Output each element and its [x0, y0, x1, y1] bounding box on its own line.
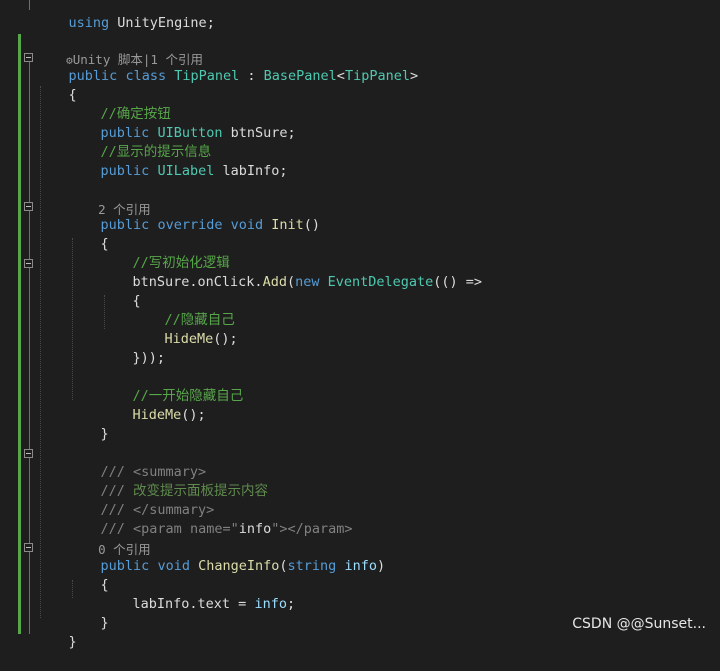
code-token: UnityEngine; — [109, 15, 215, 31]
code-line[interactable]: } — [36, 614, 77, 650]
code-token: override — [157, 217, 223, 233]
code-line[interactable]: HideMe(); — [132, 311, 238, 347]
code-token: using — [68, 15, 110, 31]
code-token: (); — [181, 407, 206, 423]
code-token: () — [303, 217, 321, 233]
code-line[interactable]: public UILabel labInfo; — [68, 143, 288, 179]
code-line[interactable]: /// 改变提示面板提示内容 — [68, 463, 269, 499]
code-token: class — [125, 68, 167, 84]
change-indicator-bar — [18, 34, 21, 634]
code-token: < — [336, 68, 345, 84]
doc-comment-attr: name — [181, 521, 223, 537]
code-line[interactable]: //写初始化逻辑 — [100, 235, 230, 271]
code-line[interactable]: { — [36, 67, 77, 103]
code-token: } — [68, 634, 77, 650]
code-token: HideMe — [132, 407, 182, 423]
code-token: Add — [262, 274, 287, 290]
code-token: Init — [271, 217, 304, 233]
code-line[interactable]: //确定按钮 — [68, 86, 171, 122]
watermark-text: CSDN @@Sunset... — [572, 616, 706, 632]
code-token: ; — [286, 596, 296, 612]
code-token: labInfo; — [214, 163, 288, 179]
fold-toggle-init[interactable] — [24, 202, 33, 211]
code-token: (); — [213, 331, 238, 347]
code-line[interactable]: /// <summary> — [68, 444, 207, 480]
code-token: (() => — [433, 274, 483, 290]
indent-guide — [40, 86, 41, 618]
code-line[interactable]: /// </summary> — [68, 482, 215, 518]
code-token: BasePanel — [263, 68, 337, 84]
code-line[interactable]: { — [68, 216, 109, 252]
code-line[interactable]: /// <param name="info"></param> — [68, 501, 353, 537]
code-line[interactable]: } — [68, 595, 109, 631]
code-token: ( — [286, 274, 296, 290]
code-line[interactable]: public class TipPanel : BasePanel<TipPan… — [36, 48, 419, 84]
code-line[interactable]: HideMe(); — [100, 387, 206, 423]
code-token: info — [344, 558, 377, 574]
code-token: } — [100, 615, 109, 631]
code-token: info — [254, 596, 287, 612]
code-token: UILabel — [157, 163, 215, 179]
code-token: HideMe — [164, 331, 214, 347]
code-line[interactable]: public override void Init() — [68, 197, 321, 233]
fold-toggle-lambda[interactable] — [24, 259, 33, 268]
code-token: labInfo.text = — [132, 596, 255, 612]
code-token: TipPanel — [174, 68, 240, 84]
code-token: btnSure.onClick. — [132, 274, 263, 290]
code-token: ChangeInfo — [198, 558, 280, 574]
code-token: : — [239, 68, 264, 84]
code-token: } — [100, 426, 109, 442]
code-token: public — [100, 163, 150, 179]
code-token: void — [157, 558, 190, 574]
code-token: EventDelegate — [327, 274, 434, 290]
code-line[interactable]: //一开始隐藏自己 — [100, 368, 244, 404]
code-token: new — [295, 274, 320, 290]
code-editor[interactable]: using UnityEngine; ⚙Unity 脚本|1 个引用 publi… — [0, 0, 720, 650]
doc-comment-tag: =" — [222, 521, 239, 537]
code-line[interactable]: //显示的提示信息 — [68, 124, 212, 160]
code-line[interactable]: using UnityEngine; — [36, 0, 215, 31]
code-token: ( — [279, 558, 288, 574]
code-line[interactable]: labInfo.text = info; — [100, 576, 296, 612]
code-token: })); — [132, 350, 166, 366]
fold-line — [29, 0, 30, 10]
code-line[interactable]: public UIButton btnSure; — [68, 105, 296, 141]
doc-comment-value: info — [238, 521, 272, 537]
fold-toggle-class[interactable] — [24, 53, 33, 62]
code-token: ) — [376, 558, 386, 574]
fold-toggle-changeinfo[interactable] — [24, 543, 33, 552]
code-token: > — [409, 68, 419, 84]
code-token: string — [287, 558, 337, 574]
code-line[interactable]: { — [100, 273, 141, 309]
code-token: void — [230, 217, 264, 233]
code-line[interactable]: } — [68, 406, 109, 442]
code-line[interactable]: { — [68, 557, 109, 593]
code-line[interactable]: btnSure.onClick.Add(new EventDelegate(()… — [100, 254, 483, 290]
code-line[interactable]: //隐藏自己 — [132, 292, 235, 328]
code-token: btnSure; — [222, 125, 296, 141]
doc-comment-tag: ></param> — [279, 521, 353, 537]
code-token: TipPanel — [344, 68, 410, 84]
code-line[interactable]: })); — [100, 330, 166, 366]
code-line[interactable]: public void ChangeInfo(string info) — [68, 538, 386, 574]
fold-toggle-summary[interactable] — [24, 449, 33, 458]
